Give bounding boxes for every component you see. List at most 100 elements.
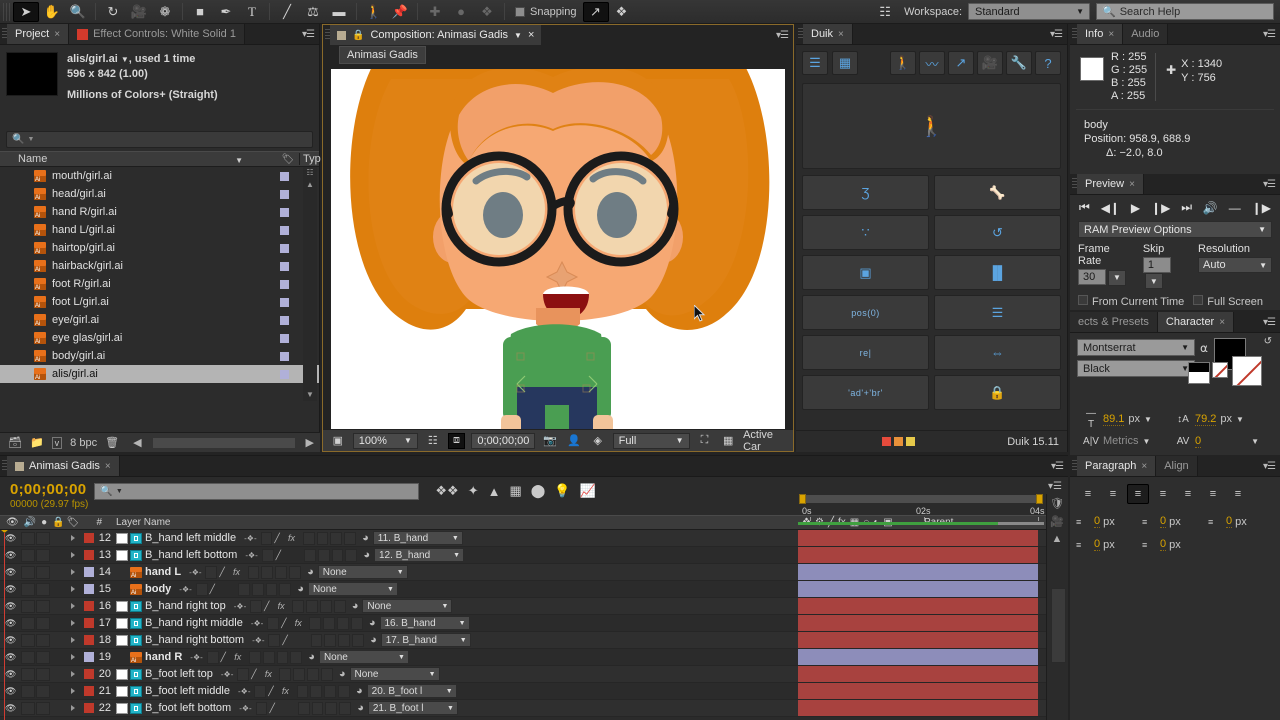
layer-name[interactable]: B_foot left bottom <box>145 702 231 714</box>
duik-autorig-button[interactable]: Ʒ <box>802 175 929 210</box>
frame-blend-icon[interactable] <box>237 582 250 596</box>
layer-label-color[interactable] <box>84 703 94 713</box>
parent-pickwhip-icon[interactable]: ◕ <box>362 532 369 544</box>
hide-shy-layers-icon[interactable]: ▲ <box>488 484 501 499</box>
layer-duration-bar[interactable] <box>798 615 1038 631</box>
layer-name[interactable]: B_hand left bottom <box>145 549 237 561</box>
duik-list-button[interactable]: ☰ <box>934 295 1061 330</box>
expand-triangle-icon[interactable] <box>62 586 84 592</box>
project-item-color-swatch[interactable] <box>280 189 289 199</box>
frame-blend-icon[interactable] <box>309 616 322 630</box>
frame-blending-icon[interactable]: ▦ <box>509 483 521 499</box>
video-toggle-icon[interactable]: 👁 <box>5 669 21 680</box>
hand-tool-icon[interactable]: ✋ <box>39 2 65 22</box>
parent-pickwhip-icon[interactable]: ◕ <box>357 702 364 714</box>
layer-switch-column[interactable]: 👁 <box>0 582 62 596</box>
video-toggle-icon[interactable]: 👁 <box>5 567 21 578</box>
layer-switch-column[interactable]: 👁 <box>0 667 62 681</box>
panel-menu-icon[interactable]: ▾☰ <box>1263 317 1276 328</box>
layer-parent-column[interactable]: ◕ None ▼ <box>333 667 485 681</box>
close-icon[interactable]: × <box>528 29 534 41</box>
indent-first-line-value[interactable]: 0 <box>1225 515 1233 528</box>
new-folder-icon[interactable]: 📁 <box>30 436 44 449</box>
expand-triangle-icon[interactable] <box>62 654 84 660</box>
live-update-icon[interactable]: ❖❖ <box>435 483 458 499</box>
font-style-select[interactable]: Black ▼ <box>1077 360 1195 377</box>
resolution-select[interactable]: Auto ▼ <box>1198 257 1272 273</box>
audio-toggle-icon[interactable] <box>21 650 35 664</box>
project-list-item[interactable]: hand R/girl.ai <box>0 203 319 221</box>
audio-toggle-icon[interactable] <box>21 548 35 562</box>
solo-toggle-icon[interactable] <box>36 531 50 545</box>
quality-icon[interactable]: ╱ <box>210 584 222 595</box>
layer-switches[interactable]: -❖- ╱ fx <box>226 599 346 613</box>
kerning-field[interactable]: A|V Metrics ▼ <box>1083 431 1175 451</box>
layer-name[interactable]: B_foot left top <box>145 668 213 680</box>
indent-left-value[interactable]: 0 <box>1094 515 1101 528</box>
duik-spacing-button[interactable]: ⇔ <box>934 335 1061 370</box>
search-help-input[interactable]: 🔍 Search Help <box>1096 3 1274 20</box>
shy-icon[interactable]: -❖- <box>251 619 265 628</box>
layer-label-color[interactable] <box>84 567 94 577</box>
transparency-grid-icon[interactable]: ▦ <box>719 433 737 449</box>
audio-toggle-button[interactable]: 🔊 <box>1203 201 1218 215</box>
video-toggle-icon[interactable]: 👁 <box>5 652 21 663</box>
layer-name[interactable]: B_hand right top <box>145 600 226 612</box>
solo-toggle-icon[interactable] <box>36 599 50 613</box>
tab-align[interactable]: Align <box>1156 456 1198 476</box>
effects-icon[interactable]: fx <box>233 567 246 577</box>
work-area-start-handle[interactable] <box>799 494 806 504</box>
layer-label-color[interactable] <box>84 635 94 645</box>
snapping-control[interactable]: Snapping <box>515 6 577 18</box>
frame-blend-icon[interactable] <box>310 633 323 647</box>
adjustment-layer-icon[interactable] <box>319 599 332 613</box>
tab-timeline-comp[interactable]: Animasi Gadis × <box>7 456 120 476</box>
motion-blur-icon[interactable] <box>261 565 274 579</box>
project-list-item[interactable]: eye/girl.ai <box>0 311 319 329</box>
layer-parent-column[interactable]: ◕ None ▼ <box>302 650 454 664</box>
project-list-item[interactable]: eye glas/girl.ai <box>0 329 319 347</box>
tab-effect-controls[interactable]: Effect Controls: White Solid 1 <box>69 24 245 44</box>
chevron-down-icon[interactable]: ▼ <box>1142 437 1150 446</box>
tab-info[interactable]: Info × <box>1077 24 1124 44</box>
layer-switches[interactable]: -❖- ╱ fx <box>182 650 303 664</box>
solo-toggle-icon[interactable] <box>36 684 50 698</box>
shy-icon[interactable]: -❖- <box>189 568 203 577</box>
layer-label-color[interactable] <box>84 652 94 662</box>
indent-first-line-field[interactable]: ≡ 0 px <box>1208 512 1274 531</box>
parent-select[interactable]: 21. B_foot l ▼ <box>367 701 458 715</box>
collapse-toggle-icon[interactable] <box>205 565 218 579</box>
collapse-toggle-icon[interactable] <box>195 582 208 596</box>
quality-icon[interactable]: ╱ <box>264 601 276 612</box>
column-header-type[interactable]: Typ <box>299 153 321 165</box>
default-colors-icon[interactable] <box>1188 362 1210 384</box>
layer-switches[interactable]: -❖- ╱ fx <box>236 531 357 545</box>
parent-select[interactable]: None ▼ <box>362 599 453 613</box>
tab-effects-presets[interactable]: ects & Presets <box>1070 312 1158 332</box>
project-item-list[interactable]: mouth/girl.ai head/girl.ai hand R/girl.ai h… <box>0 167 319 401</box>
frame-blend-icon[interactable] <box>292 599 305 613</box>
pen-tool-icon[interactable]: ✒ <box>213 2 239 22</box>
three-d-layer-icon[interactable] <box>321 667 333 681</box>
font-size-value[interactable]: 89.1 <box>1103 413 1125 426</box>
scroll-right-icon[interactable]: ▶ <box>306 436 314 449</box>
quality-icon[interactable]: ╱ <box>251 669 263 680</box>
project-scrollbar[interactable]: ☷ ▲ ▼ <box>303 167 317 401</box>
adjustment-layer-icon[interactable] <box>331 548 344 562</box>
layer-label-color[interactable] <box>84 686 94 696</box>
motion-blur-icon[interactable] <box>317 548 330 562</box>
panel-menu-icon[interactable]: ▾☰ <box>1263 461 1276 472</box>
puppet-pin-tool-icon[interactable]: 📌 <box>387 2 413 22</box>
collapse-toggle-icon[interactable] <box>268 633 281 647</box>
motion-blur-icon[interactable] <box>311 701 324 715</box>
layer-duration-bar[interactable] <box>798 632 1038 648</box>
layer-switch-column[interactable]: 👁 <box>0 650 62 664</box>
always-preview-icon[interactable]: ▣ <box>329 433 347 449</box>
resolution-select[interactable]: Full ▼ <box>612 432 690 449</box>
show-snapshot-icon[interactable]: 👤 <box>565 433 583 449</box>
adjustment-layer-icon[interactable] <box>338 633 351 647</box>
align-left-button[interactable]: ≡ <box>1077 484 1099 504</box>
close-icon[interactable]: × <box>838 29 844 40</box>
layer-label-color[interactable] <box>84 584 94 594</box>
chevron-down-icon[interactable]: ▼ <box>514 31 522 40</box>
